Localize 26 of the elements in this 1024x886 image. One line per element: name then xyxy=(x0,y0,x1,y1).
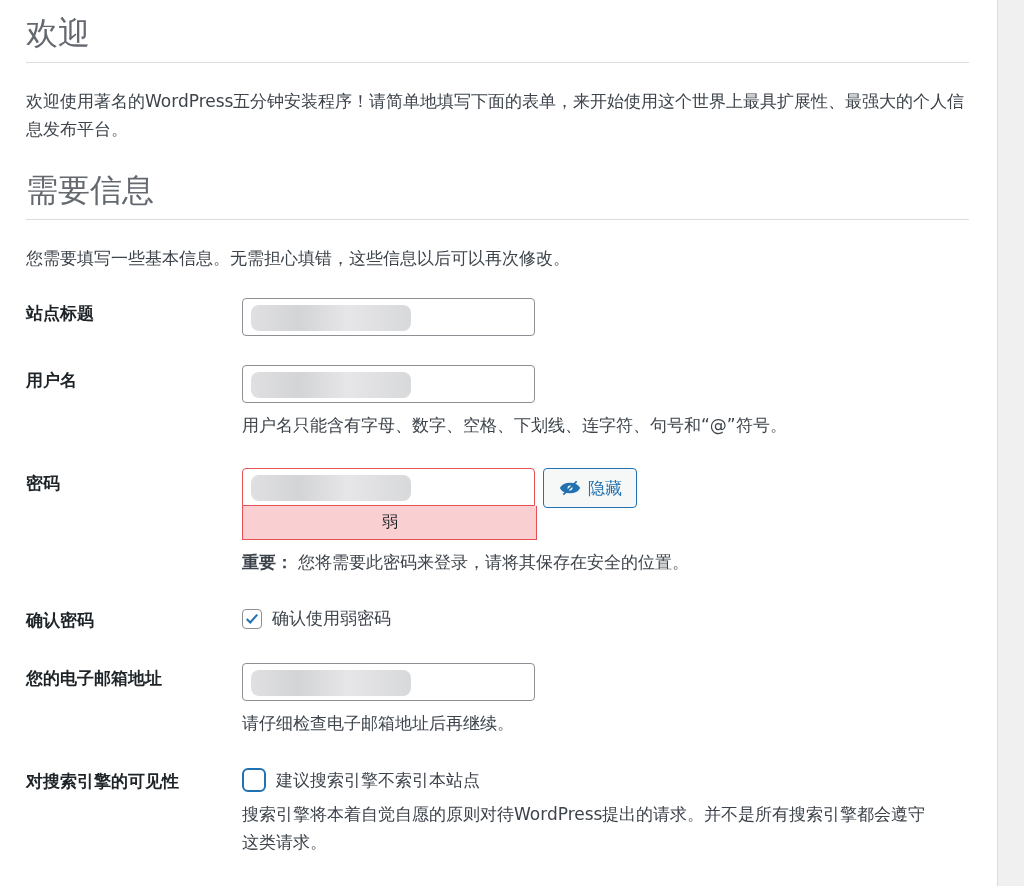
checkmark-icon xyxy=(245,611,259,626)
field-label: 密码 xyxy=(26,472,61,495)
field-label: 用户名 xyxy=(26,369,78,392)
field-label: 您的电子邮箱地址 xyxy=(26,667,163,690)
section-heading: 欢迎 xyxy=(26,12,970,63)
strength-meter: 弱 xyxy=(242,506,537,540)
field-label: 确认密码 xyxy=(26,609,95,632)
field-hint: 搜索引擎将本着自觉自愿的原则对待WordPress提出的请求。并不是所有搜索引擎都会遵守这类请求。 xyxy=(242,803,927,854)
field-label: 站点标题 xyxy=(26,302,95,325)
field-label: 对搜索引擎的可见性 xyxy=(26,770,180,793)
checkbox[interactable] xyxy=(242,768,266,792)
intro-text: 您需要填写一些基本信息。无需担心填错，这些信息以后可以再次修改。 xyxy=(26,247,571,270)
checkbox-label[interactable]: 确认使用弱密码 xyxy=(272,607,391,630)
field-hint: 重要： 您将需要此密码来登录，请将其保存在安全的位置。 xyxy=(242,551,691,574)
input-field[interactable] xyxy=(242,663,535,701)
field-hint: 请仔细检查电子邮箱地址后再继续。 xyxy=(242,712,515,735)
section-heading: 需要信息 xyxy=(26,169,970,220)
input-field[interactable] xyxy=(242,298,535,336)
field-hint: 用户名只能含有字母、数字、空格、下划线、连字符、句号和“@”符号。 xyxy=(242,414,788,437)
hide-password-button[interactable]: 隐藏 xyxy=(543,468,637,508)
input-field[interactable] xyxy=(242,365,535,403)
checkbox-label[interactable]: 建议搜索引擎不索引本站点 xyxy=(276,768,480,792)
input-field[interactable] xyxy=(242,468,535,506)
intro-text: 欢迎使用著名的WordPress五分钟安装程序！请简单地填写下面的表单，来开始使用这个世界上最具扩展性、最强大的个人信息发布平台。 xyxy=(26,90,966,141)
checkbox[interactable] xyxy=(242,608,262,629)
eye-slash-icon xyxy=(558,478,582,498)
